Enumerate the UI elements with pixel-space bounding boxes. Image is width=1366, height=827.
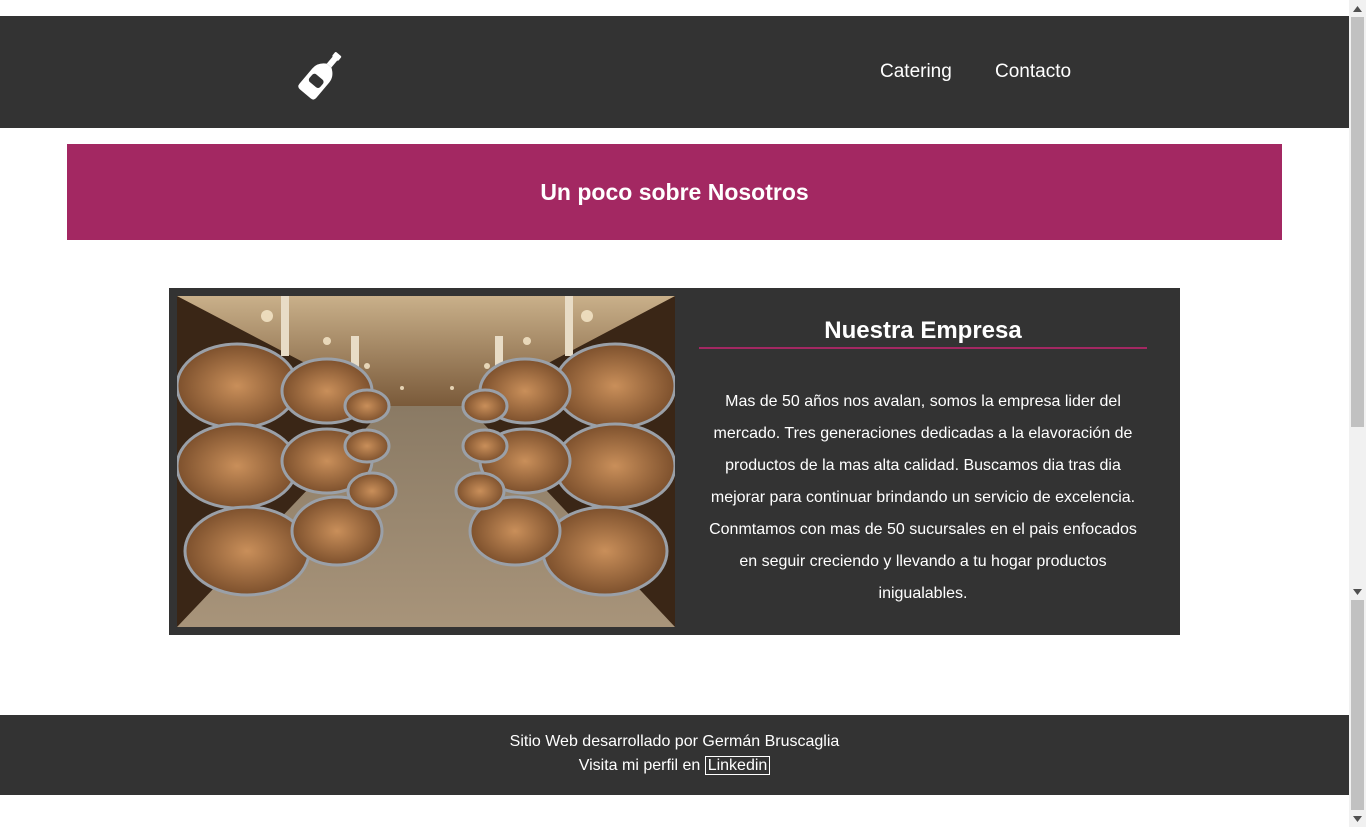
nav-link-catering[interactable]: Catering (880, 61, 952, 83)
company-title: Nuestra Empresa (824, 317, 1022, 344)
scroll-bottom-arrow-icon[interactable] (1349, 810, 1366, 827)
footer-credit: Sitio Web desarrollado por Germán Brusca… (509, 733, 840, 750)
site-header: Catering Contacto (0, 16, 1349, 128)
title-divider (699, 347, 1147, 349)
company-card: Nuestra Empresa Mas de 50 años nos avala… (169, 288, 1180, 635)
linkedin-link[interactable]: Linkedin (704, 756, 771, 775)
about-banner: Un poco sobre Nosotros (67, 144, 1282, 240)
scroll-up-arrow-icon[interactable] (1349, 0, 1366, 17)
page: Catering Contacto Un poco sobre Nosotros (0, 0, 1349, 827)
site-footer: Sitio Web desarrollado por Germán Brusca… (0, 715, 1349, 795)
wine-cellar-barrels-photo (177, 296, 675, 627)
wine-bottle-icon[interactable] (294, 46, 350, 102)
footer-profile-line: Visita mi perfil en Linkedin (0, 756, 1349, 775)
scroll-down-arrow-icon[interactable] (1349, 583, 1366, 600)
vertical-scrollbar[interactable] (1349, 0, 1366, 827)
scrollbar-thumb-lower[interactable] (1351, 600, 1364, 810)
footer-profile-prefix: Visita mi perfil en (578, 757, 705, 774)
company-description: Mas de 50 años nos avalan, somos la empr… (709, 393, 1137, 602)
scrollbar-thumb[interactable] (1351, 17, 1364, 427)
banner-title: Un poco sobre Nosotros (540, 178, 809, 205)
nav-link-contacto[interactable]: Contacto (995, 61, 1071, 83)
